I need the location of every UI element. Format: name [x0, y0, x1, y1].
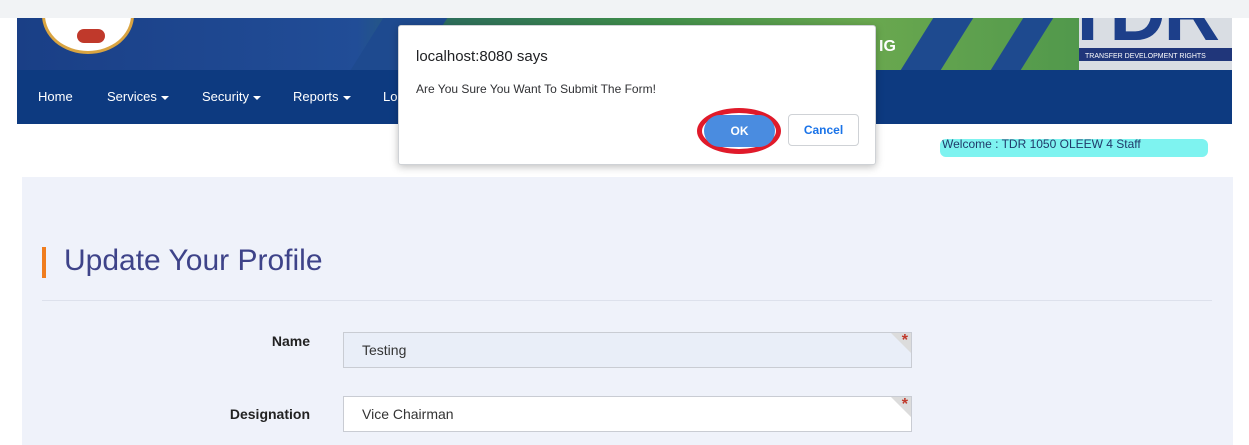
nav-item-services[interactable]: Services [107, 89, 169, 104]
name-field-value: Testing [362, 342, 407, 358]
welcome-message: Welcome : TDR 1050 OLEEW 4 Staff [940, 139, 1208, 157]
nav-item-home[interactable]: Home [38, 89, 73, 104]
required-star-icon: * [901, 332, 908, 349]
required-star-icon: * [901, 396, 908, 413]
nav-item-label: Lo [383, 89, 398, 104]
nav-item-reports[interactable]: Reports [293, 89, 351, 104]
dialog-title: localhost:8080 says [416, 48, 548, 65]
dialog-message: Are You Sure You Want To Submit The Form… [416, 82, 656, 96]
designation-field-value: Vice Chairman [362, 406, 454, 422]
ok-button[interactable]: OK [704, 115, 775, 147]
confirm-dialog: localhost:8080 says Are You Sure You Wan… [398, 25, 876, 165]
nav-item-partial[interactable]: Lo [383, 89, 397, 104]
banner-title-fragment: IG [879, 38, 896, 55]
title-divider [42, 300, 1212, 301]
nav-item-label: Security [202, 89, 249, 104]
tdr-logo-letters: TDR [1079, 18, 1220, 52]
nav-item-label: Reports [293, 89, 339, 104]
name-field[interactable]: Testing * [343, 332, 912, 368]
name-label: Name [271, 333, 310, 349]
nav-item-label: Services [107, 89, 157, 104]
page-title: Update Your Profile [64, 244, 323, 277]
emblem-logo [42, 18, 134, 54]
caret-down-icon [342, 95, 351, 100]
caret-down-icon [160, 95, 169, 100]
browser-top-strip [0, 0, 1249, 18]
designation-label: Designation [229, 406, 310, 422]
tdr-logo: TDR TRANSFER DEVELOPMENT RIGHTS [1079, 18, 1232, 70]
nav-item-label: Home [38, 89, 73, 104]
cancel-button[interactable]: Cancel [788, 114, 859, 146]
caret-down-icon [252, 95, 261, 100]
designation-field[interactable]: Vice Chairman * [343, 396, 912, 432]
title-accent-bar [42, 247, 46, 278]
profile-panel: Update Your Profile Name Testing * Desig… [22, 177, 1233, 445]
nav-item-security[interactable]: Security [202, 89, 261, 104]
tdr-logo-tagline: TRANSFER DEVELOPMENT RIGHTS [1085, 53, 1206, 60]
